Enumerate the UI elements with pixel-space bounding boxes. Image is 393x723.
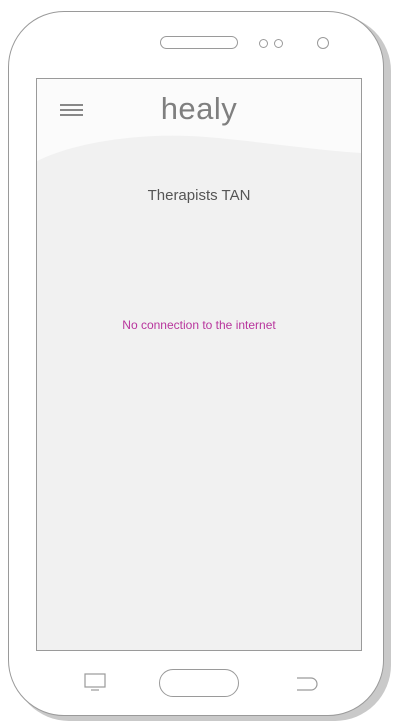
front-camera [317,37,329,49]
app-screen: healy Therapists TAN No connection to th… [36,78,362,651]
home-button[interactable] [159,669,239,697]
page-title: Therapists TAN [147,187,251,204]
recent-apps-icon[interactable] [84,673,106,692]
sensor-dot [259,39,268,48]
healy-logo: healy [160,91,238,126]
back-icon[interactable] [296,677,318,691]
connection-status-message: No connection to the internet [122,318,276,332]
speaker-grille [160,36,238,49]
sensor-dot [274,39,283,48]
